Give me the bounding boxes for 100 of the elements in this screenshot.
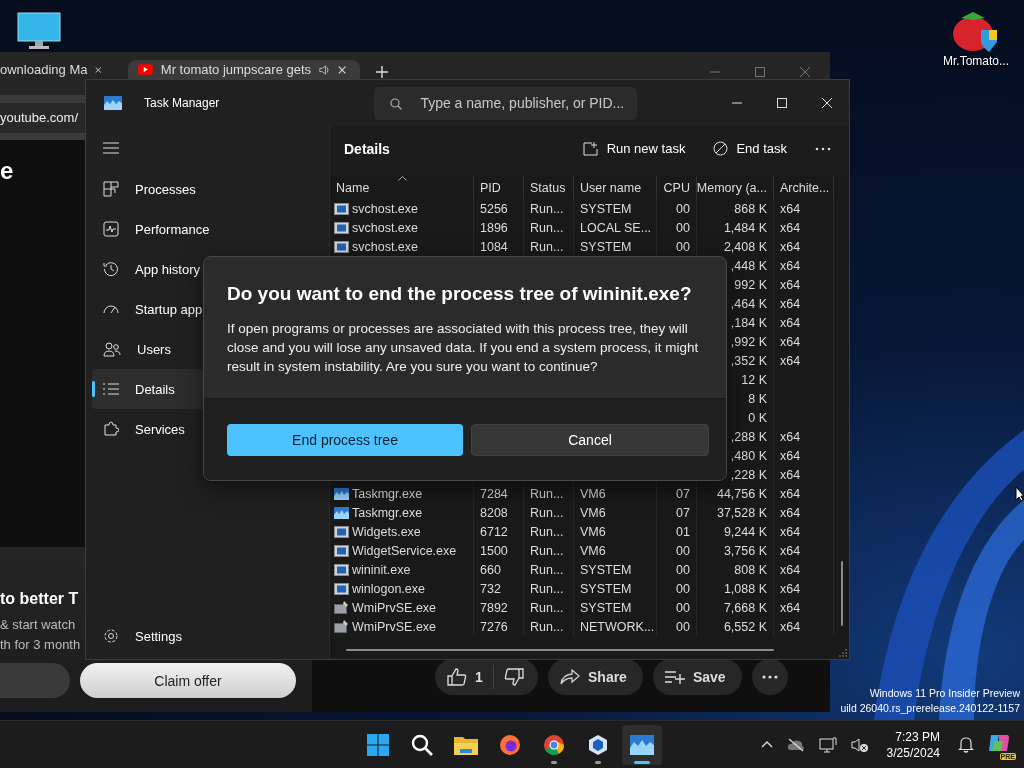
table-cell: VM6 [580,524,606,539]
table-cell: 5256 [480,201,508,216]
table-cell: 808 K [734,562,767,577]
table-cell: LOCAL SE... [580,220,652,235]
table-cell: 8 K [748,391,767,406]
table-cell: x64 [780,619,801,634]
process-name: svchost.exe [352,239,418,254]
table-cell: Run... [530,619,564,634]
table-cell: 1896 [480,220,508,235]
table-cell: x64 [780,258,801,273]
table-cell: 2,408 K [723,239,767,254]
table-cell: x64 [780,486,801,501]
table-cell: 7284 [480,486,508,501]
table-cell: 1,484 K [723,220,767,235]
table-cell: Run... [530,581,564,596]
table-cell: 9,244 K [723,524,767,539]
table-cell: x64 [780,543,801,558]
table-cell: x64 [780,505,801,520]
table-cell: VM6 [580,543,606,558]
table-cell: x64 [780,296,801,311]
table-cell: 12 K [741,372,767,387]
table-cell: x64 [780,220,801,235]
table-cell: ,464 K [730,296,767,311]
process-name: WmiPrvSE.exe [352,619,437,634]
table-cell: 1084 [480,239,508,254]
tab-title: ownloading Ma [0,62,88,77]
table-cell: NETWORK... [580,619,655,634]
page-title: Details [344,140,390,157]
window-title: Task Manager [144,96,220,110]
process-name: Taskmgr.exe [352,505,423,520]
table-cell: SYSTEM [580,239,632,254]
process-name: WidgetService.exe [352,543,457,558]
table-cell: x64 [780,600,801,615]
table-cell: 660 [480,562,501,577]
table-cell: VM6 [580,505,606,520]
table-cell: x64 [780,334,801,349]
table-cell: ,352 K [730,353,767,368]
table-cell: 00 [676,220,690,235]
table-cell: 8208 [480,505,508,520]
table-cell: 07 [676,505,690,520]
table-cell: 44,756 K [716,486,767,501]
table-cell: ,448 K [730,258,767,273]
table-cell: 7276 [480,619,508,634]
table-cell: 1500 [480,543,508,558]
table-cell: Run... [530,486,564,501]
table-cell: 3,756 K [723,543,767,558]
table-cell: Run... [530,239,564,254]
table-cell: VM6 [580,486,606,501]
table-cell: 7,668 K [723,600,767,615]
table-cell: 732 [480,581,501,596]
table-cell: x64 [780,239,801,254]
table-cell: 00 [676,562,690,577]
table-cell: 01 [676,524,690,539]
promo-title: to better T [0,589,80,609]
table-cell: SYSTEM [580,562,632,577]
table-cell: x64 [780,277,801,292]
table-cell: x64 [780,353,801,368]
table-cell: 00 [676,581,690,596]
page-heading: e [0,156,15,186]
table-cell: x64 [780,562,801,577]
table-cell: 37,528 K [716,505,767,520]
promo-text: & start watch th for 3 month [0,616,82,654]
table-cell: ,480 K [730,448,767,463]
process-name: svchost.exe [352,220,418,235]
table-cell: x64 [780,201,801,216]
table-cell: ,288 K [730,429,767,444]
tab-title: Mr tomato jumpscare gets [160,62,312,77]
table-cell: 992 K [734,277,767,292]
table-cell: 868 K [734,201,767,216]
table-cell: Run... [530,524,564,539]
process-name: wininit.exe [352,562,411,577]
table-cell: ,184 K [730,315,767,330]
table-cell: ,228 K [730,467,767,482]
table-cell: x64 [780,448,801,463]
table-cell: 07 [676,486,690,501]
process-name: Taskmgr.exe [352,486,423,501]
table-cell: 00 [676,600,690,615]
table-cell: 00 [676,201,690,216]
table-cell: Run... [530,220,564,235]
table-cell: 6,552 K [723,619,767,634]
table-cell: x64 [780,467,801,482]
process-name: WmiPrvSE.exe [352,600,437,615]
process-name: svchost.exe [352,201,418,216]
table-cell: SYSTEM [580,600,632,615]
table-cell: 1,088 K [723,581,767,596]
table-cell: 00 [676,543,690,558]
dialog-title: Do you want to end the process tree of wininit.exe? [227,283,693,305]
table-cell: x64 [780,429,801,444]
table-cell: 7892 [480,600,508,615]
table-cell: 6712 [480,524,508,539]
table-cell: Run... [530,543,564,558]
table-cell: 00 [676,619,690,634]
table-cell: 0 K [748,410,767,425]
build-info-text: Windows 11 Pro Insider Preview [869,686,1020,701]
table-cell: SYSTEM [580,201,632,216]
table-cell: Run... [530,201,564,216]
table-cell: 00 [676,239,690,254]
process-name: Widgets.exe [352,524,421,539]
table-cell: Run... [530,562,564,577]
table-cell: Run... [530,600,564,615]
